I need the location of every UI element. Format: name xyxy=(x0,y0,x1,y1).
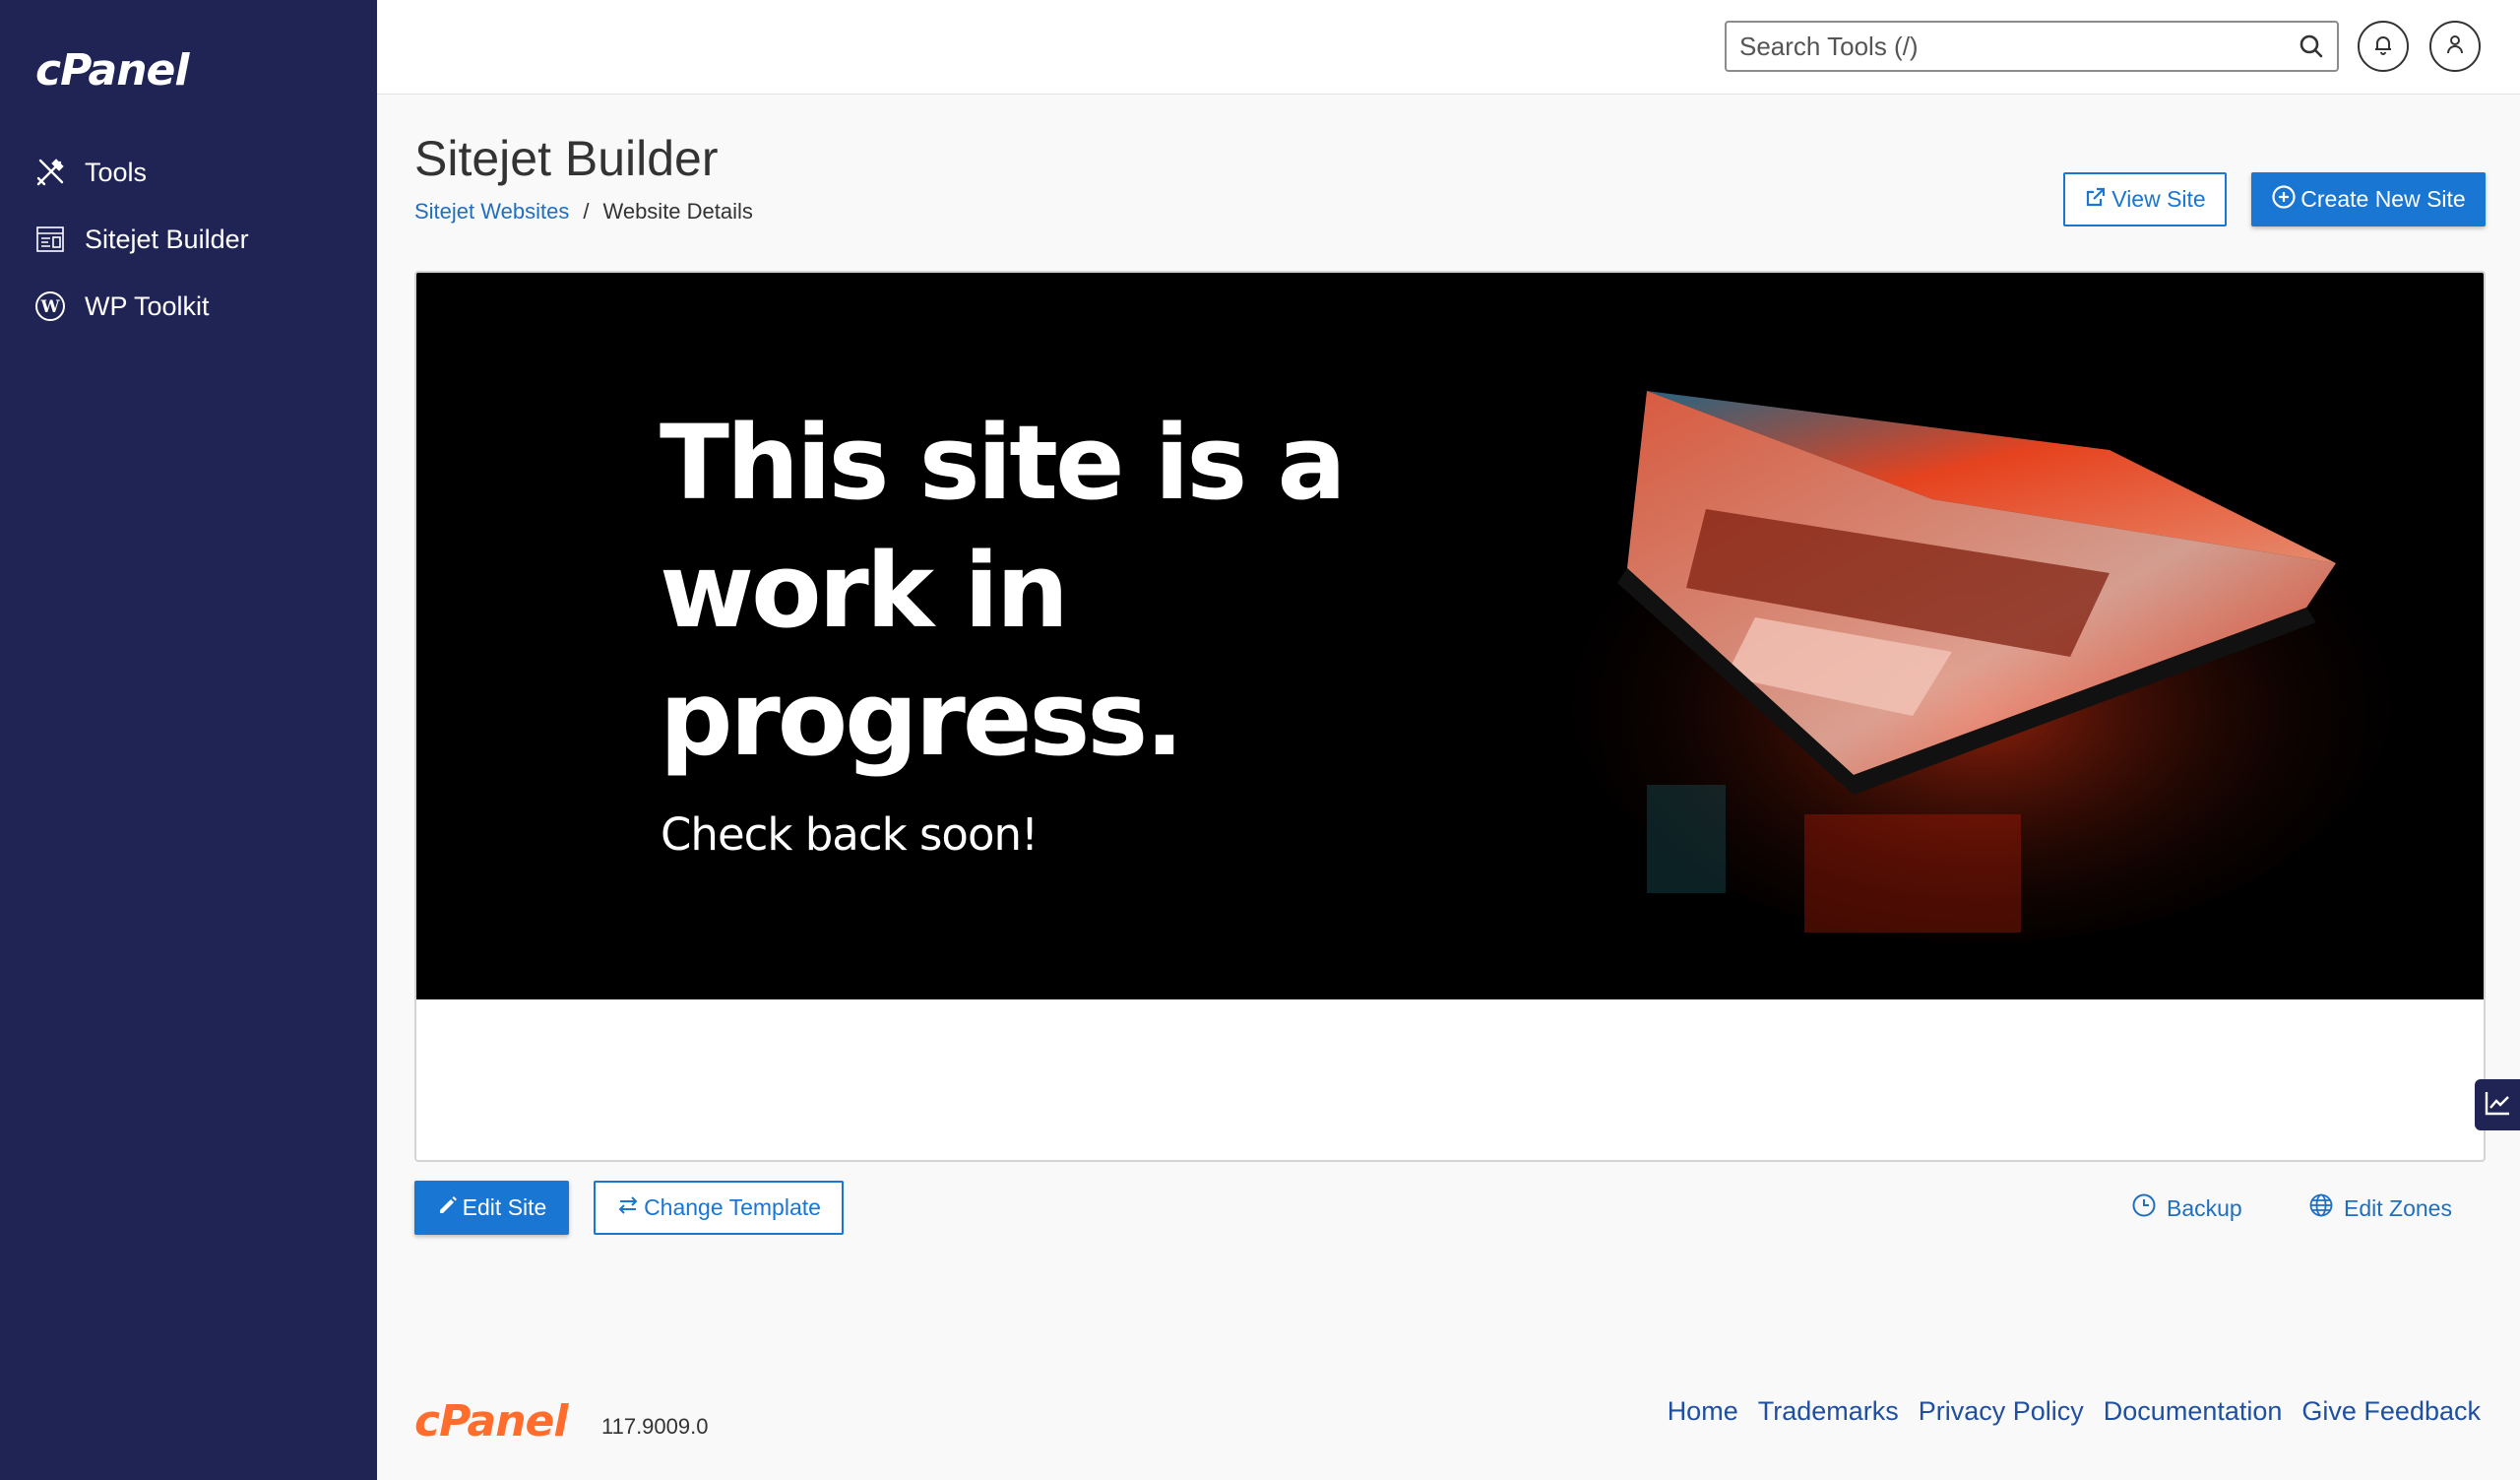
user-icon xyxy=(2443,32,2467,61)
site-preview-card: This site is a work in progress. Check b… xyxy=(414,271,2486,1162)
breadcrumb-separator: / xyxy=(583,199,590,224)
bell-icon xyxy=(2371,32,2395,61)
sidebar-item-sitejet-builder[interactable]: Sitejet Builder xyxy=(33,212,249,267)
search-input[interactable] xyxy=(1739,31,2286,62)
user-menu-button[interactable] xyxy=(2429,21,2481,72)
footer-link-privacy-policy[interactable]: Privacy Policy xyxy=(1919,1396,2084,1427)
preview-subline: Check back soon! xyxy=(661,808,1039,861)
plus-circle-icon xyxy=(2271,184,2300,216)
footer-link-home[interactable]: Home xyxy=(1668,1396,1738,1427)
create-new-site-button[interactable]: Create New Site xyxy=(2251,172,2486,226)
sidebar-item-tools[interactable]: Tools xyxy=(33,145,147,200)
breadcrumb: Sitejet Websites / Website Details xyxy=(414,199,753,225)
breadcrumb-link-sitejet-websites[interactable]: Sitejet Websites xyxy=(414,199,569,225)
edit-site-button[interactable]: Edit Site xyxy=(414,1181,569,1235)
svg-text:W: W xyxy=(39,297,60,317)
site-preview-image: This site is a work in progress. Check b… xyxy=(416,273,2484,999)
view-site-button[interactable]: View Site xyxy=(2063,172,2227,226)
footer-link-trademarks[interactable]: Trademarks xyxy=(1758,1396,1899,1427)
footer-link-documentation[interactable]: Documentation xyxy=(2104,1396,2283,1427)
version-number: 117.9009.0 xyxy=(601,1414,709,1439)
sidebar-item-label: Tools xyxy=(85,157,148,187)
sidebar-item-label: WP Toolkit xyxy=(85,290,210,321)
globe-icon xyxy=(2308,1192,2334,1224)
sidebar-item-wp-toolkit[interactable]: W WP Toolkit xyxy=(33,279,210,334)
backup-link[interactable]: Backup xyxy=(2131,1189,2242,1228)
laptop-image xyxy=(1568,391,2395,942)
sitejet-icon xyxy=(33,223,67,256)
edit-zones-link[interactable]: Edit Zones xyxy=(2308,1189,2452,1228)
search-box[interactable] xyxy=(1725,21,2339,72)
footer-links: Home Trademarks Privacy Policy Documenta… xyxy=(1668,1396,2481,1427)
swap-arrows-icon xyxy=(616,1193,644,1223)
cpanel-logo[interactable]: cPanel xyxy=(35,45,189,96)
page-title: Sitejet Builder xyxy=(414,131,719,186)
change-template-button[interactable]: Change Template xyxy=(594,1181,844,1235)
sidebar: cPanel Tools Sitejet Builder W WP Toolki… xyxy=(0,0,377,1480)
footer-link-give-feedback[interactable]: Give Feedback xyxy=(2301,1396,2481,1427)
wordpress-icon: W xyxy=(33,290,67,323)
chart-icon xyxy=(2483,1088,2512,1123)
top-header xyxy=(377,0,2520,95)
footer-cpanel-logo: cPanel xyxy=(414,1396,568,1447)
preview-headline: This site is a work in progress. xyxy=(660,403,1347,779)
notifications-button[interactable] xyxy=(2358,21,2409,72)
pencil-icon xyxy=(437,1194,463,1222)
external-link-icon xyxy=(2084,185,2111,215)
tools-icon xyxy=(33,156,67,189)
search-icon[interactable] xyxy=(2286,33,2337,59)
breadcrumb-current: Website Details xyxy=(602,199,753,224)
sidebar-item-label: Sitejet Builder xyxy=(85,224,249,254)
clock-icon xyxy=(2131,1192,2157,1224)
stats-side-tab[interactable] xyxy=(2475,1079,2520,1130)
